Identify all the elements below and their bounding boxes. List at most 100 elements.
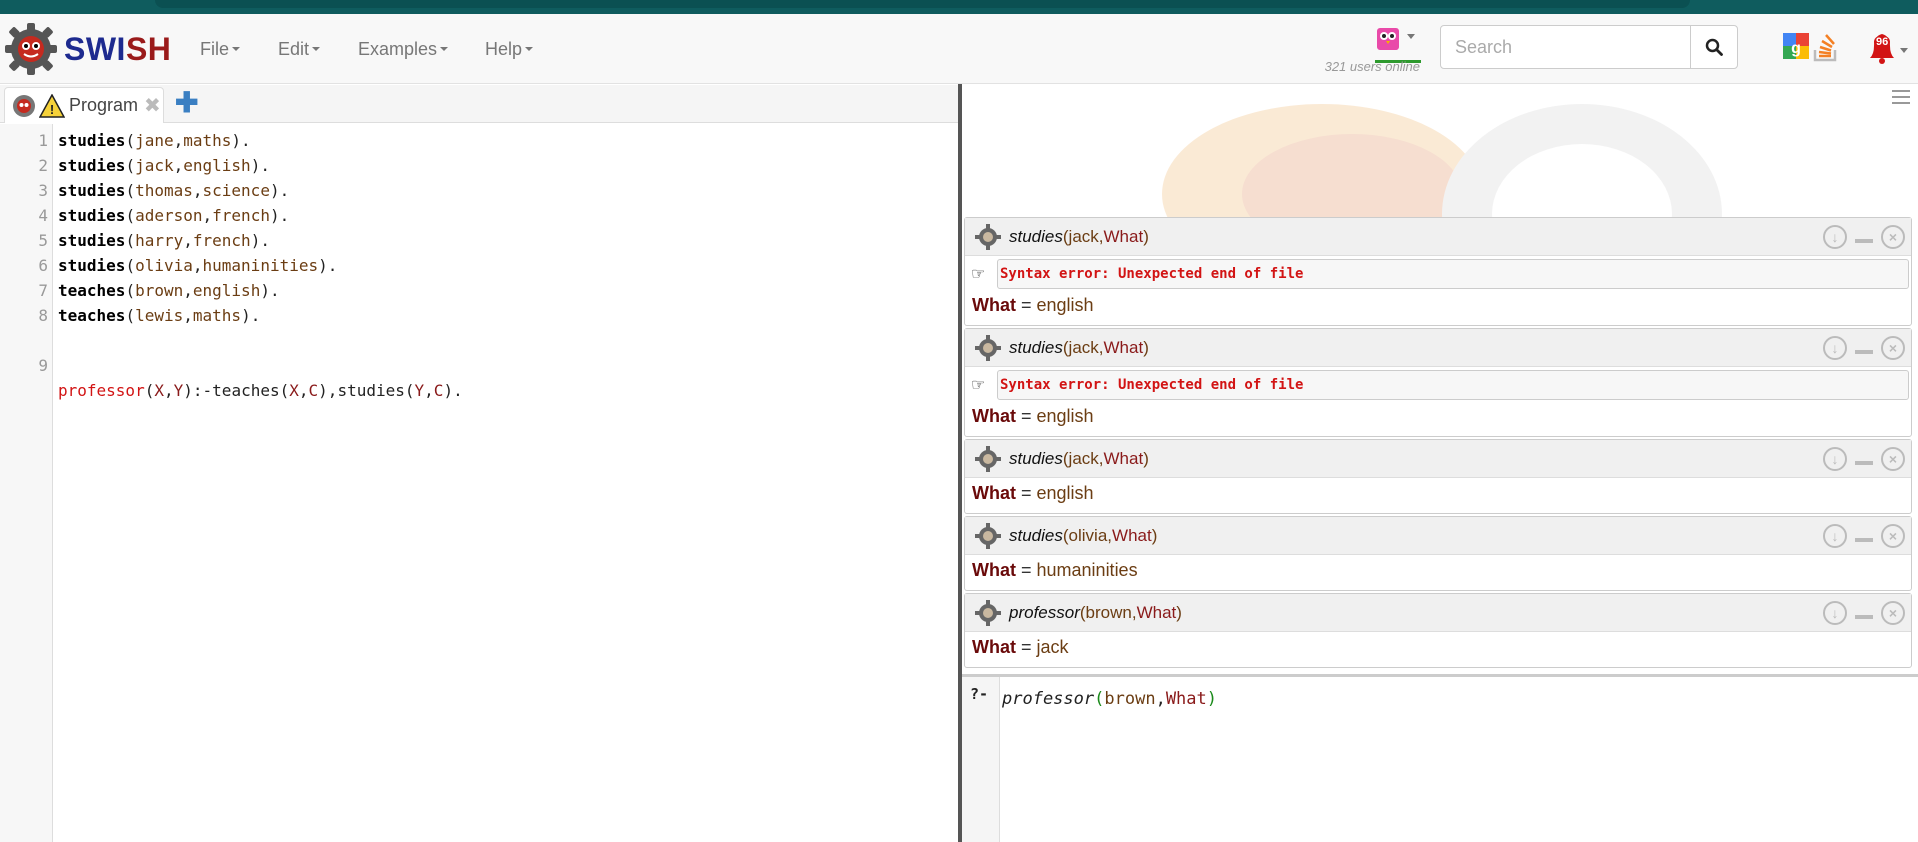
minimize-icon[interactable] <box>1855 538 1873 542</box>
query-functor: professor <box>1009 602 1080 622</box>
editor-tab-bar: ! Program ✖ ✚ <box>0 85 958 123</box>
code-line: 8 teaches(lewis,maths). <box>0 303 950 328</box>
query-arg: olivia <box>1068 525 1108 545</box>
error-row: ☞ Syntax error: Unexpected end of file <box>965 367 1911 401</box>
code-line: 3 studies(thomas,science). <box>0 178 950 203</box>
query-functor: studies <box>1009 337 1063 357</box>
add-tab-button[interactable]: ✚ <box>175 89 198 117</box>
line-number: 5 <box>38 231 48 250</box>
swish-file-icon <box>13 94 35 117</box>
close-icon[interactable]: × <box>1881 447 1905 471</box>
answer-query-header: studies(olivia, What) ↓ × <box>965 517 1911 555</box>
swish-logo[interactable]: SWISH <box>4 20 171 78</box>
line-number: 6 <box>38 256 48 275</box>
binding-value: humaninities <box>1036 560 1138 580</box>
google-login-button[interactable]: g <box>1782 32 1810 65</box>
query-functor: studies <box>1009 448 1063 468</box>
menu-help[interactable]: Help <box>485 14 534 84</box>
minimize-icon[interactable] <box>1855 461 1873 465</box>
gear-icon <box>975 522 1001 549</box>
search-box <box>1440 25 1738 69</box>
warning-icon: ! <box>39 93 65 118</box>
navbar: SWISH File Edit Examples Help 321 users … <box>0 14 1918 84</box>
pointing-hand-icon[interactable]: ☞ <box>971 375 985 395</box>
code-editor[interactable]: 1 studies(jane,maths). 2 studies(jack,engli… <box>0 124 958 842</box>
browser-top-strip <box>0 0 1918 14</box>
gear-icon <box>975 334 1001 361</box>
minimize-icon[interactable] <box>1855 350 1873 354</box>
binding-value: english <box>1036 295 1094 315</box>
stackoverflow-login-button[interactable] <box>1812 32 1840 67</box>
stackoverflow-icon <box>1813 34 1837 62</box>
line-number: 9 <box>38 356 48 375</box>
minimize-icon[interactable] <box>1855 615 1873 619</box>
close-tab-icon[interactable]: ✖ <box>144 93 161 118</box>
answer-query-header: studies(jack, What) ↓ × <box>965 440 1911 478</box>
answer-binding: What = english <box>972 295 1094 315</box>
error-row: ☞ Syntax error: Unexpected end of file <box>965 256 1911 290</box>
code-text: teaches(brown,english). <box>58 281 280 300</box>
bell-icon <box>1870 34 1908 64</box>
search-input[interactable] <box>1441 26 1691 68</box>
query-arg: jack <box>1068 337 1099 357</box>
download-icon[interactable]: ↓ <box>1823 336 1847 360</box>
pointing-hand-icon[interactable]: ☞ <box>971 264 985 284</box>
line-number: 1 <box>38 131 48 150</box>
answer-panel: studies(jack, What) ↓ × ☞ Syntax error: Unexp… <box>964 217 1912 326</box>
menu-file[interactable]: File <box>200 14 241 84</box>
answer-query-header: professor(brown, What) ↓ × <box>965 594 1911 632</box>
answer-panel: professor(brown, What) ↓ × What = jack <box>964 593 1912 668</box>
answer-panel: studies(jack, What) ↓ × ☞ Syntax error: Unexp… <box>964 328 1912 437</box>
menu-hamburger-icon[interactable] <box>1892 90 1910 108</box>
query-input[interactable]: professor(brown,What) <box>1002 689 1217 709</box>
search-button[interactable] <box>1691 26 1737 68</box>
query-var: What <box>1103 226 1144 246</box>
query-prompt: ?- <box>962 677 1000 842</box>
menu-edit[interactable]: Edit <box>278 14 321 84</box>
code-line: 2 studies(jack,english). <box>0 153 950 178</box>
download-icon[interactable]: ↓ <box>1823 601 1847 625</box>
binding-variable: What <box>972 295 1016 315</box>
answer-query-header: studies(jack, What) ↓ × <box>965 218 1911 256</box>
close-icon[interactable]: × <box>1881 336 1905 360</box>
close-icon[interactable]: × <box>1881 225 1905 249</box>
code-line: 6 studies(olivia,humaninities). <box>0 253 950 278</box>
code-line: 7 teaches(brown,english). <box>0 278 950 303</box>
tab-program[interactable]: ! Program ✖ <box>4 87 164 123</box>
error-message: Syntax error: Unexpected end of file <box>997 370 1909 400</box>
binding-variable: What <box>972 483 1016 503</box>
answer-binding: What = english <box>972 483 1094 503</box>
query-arg: brown <box>1085 602 1132 622</box>
error-message: Syntax error: Unexpected end of file <box>997 259 1909 289</box>
code-text: studies(jack,english). <box>58 156 270 175</box>
download-icon[interactable]: ↓ <box>1823 447 1847 471</box>
notifications-button[interactable]: 96 <box>1866 30 1912 71</box>
code-line: 4 studies(aderson,french). <box>0 203 950 228</box>
svg-text:!: ! <box>50 102 54 117</box>
caret-down-icon <box>312 47 321 51</box>
line-number: 4 <box>38 206 48 225</box>
query-functor: studies <box>1009 525 1063 545</box>
gear-icon <box>975 599 1001 626</box>
menu-examples[interactable]: Examples <box>358 14 449 84</box>
query-functor: studies <box>1009 226 1063 246</box>
owl-avatar-icon <box>1377 28 1415 50</box>
download-icon[interactable]: ↓ <box>1823 225 1847 249</box>
query-var: What <box>1136 602 1177 622</box>
binding-value: english <box>1036 483 1094 503</box>
gear-icon <box>975 445 1001 472</box>
close-icon[interactable]: × <box>1881 524 1905 548</box>
binding-variable: What <box>972 560 1016 580</box>
binding-value: english <box>1036 406 1094 426</box>
code-text: studies(aderson,french). <box>58 206 290 225</box>
close-icon[interactable]: × <box>1881 601 1905 625</box>
query-arg: jack <box>1068 448 1099 468</box>
tab-label: Program <box>69 95 139 115</box>
download-icon[interactable]: ↓ <box>1823 524 1847 548</box>
query-arg: jack <box>1068 226 1099 246</box>
google-icon: g <box>1783 33 1809 59</box>
minimize-icon[interactable] <box>1855 239 1873 243</box>
code-text: studies(thomas,science). <box>58 181 290 200</box>
caret-down-icon <box>440 47 449 51</box>
binding-value: jack <box>1036 637 1069 657</box>
